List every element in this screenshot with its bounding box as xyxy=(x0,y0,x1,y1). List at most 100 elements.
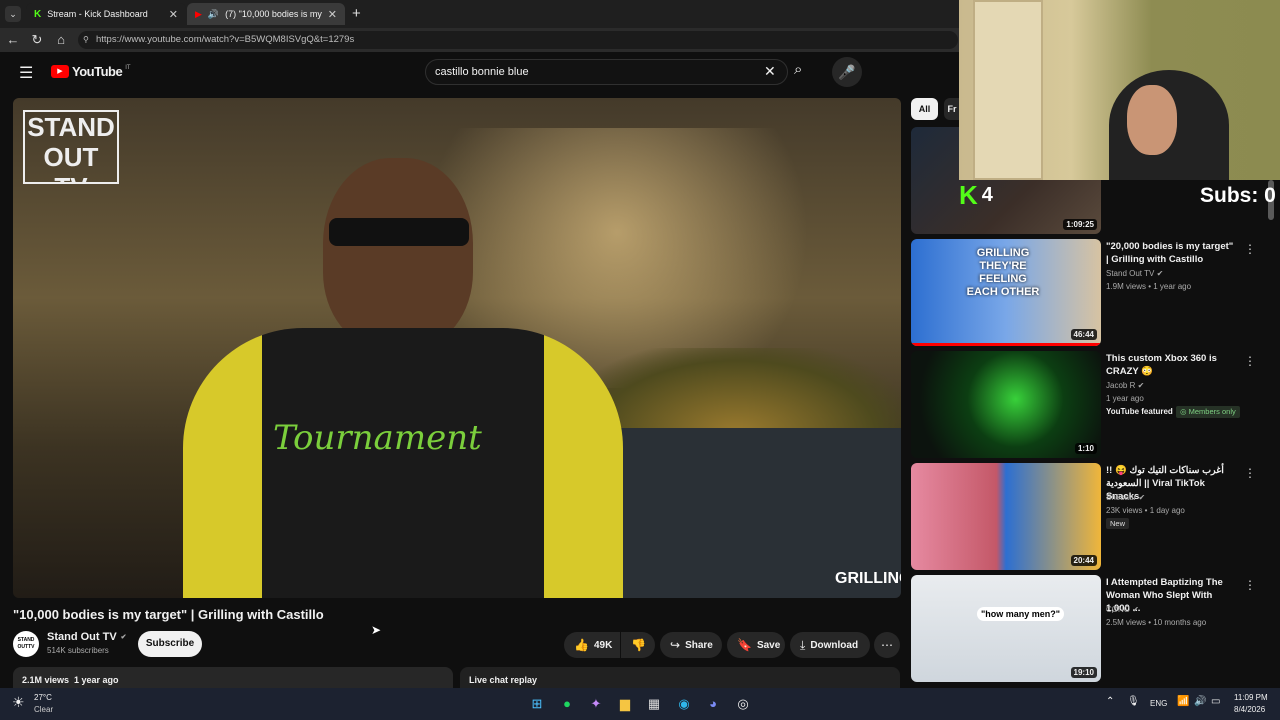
verified-icon: ✔ xyxy=(1132,605,1139,614)
system-tray-chevron-icon[interactable]: ⌃ xyxy=(1106,696,1114,707)
wifi-icon[interactable]: 📶 xyxy=(1177,696,1189,707)
channel-name-text: Stand Out TV xyxy=(47,631,117,643)
volume-icon[interactable]: 🔊 xyxy=(1194,696,1206,707)
members-only-badge: ◎ Members only xyxy=(1176,406,1240,418)
kick-viewer-counter: K 4 xyxy=(959,180,993,210)
chip-all[interactable]: All xyxy=(911,98,938,120)
clock-date[interactable]: 8/4/2026 xyxy=(1234,705,1265,714)
verified-icon: ✔ xyxy=(120,634,127,641)
close-icon[interactable]: ✕ xyxy=(169,8,178,21)
mouse-cursor: ➤ xyxy=(371,623,382,637)
tab-youtube[interactable]: ▶ 🔊 (7) "10,000 bodies is my targe ✕ xyxy=(187,3,345,25)
spotify-icon[interactable]: ● xyxy=(557,694,577,714)
tab-kick-dashboard[interactable]: K Stream - Kick Dashboard ✕ xyxy=(26,3,186,25)
url-field[interactable]: ⚲ https://www.youtube.com/watch?v=B5WQM8… xyxy=(78,31,958,49)
live-chat-replay-panel[interactable]: Live chat replay xyxy=(460,667,900,689)
microphone-icon[interactable]: 🎙 xyxy=(1127,696,1140,707)
battery-icon[interactable]: ▭ xyxy=(1211,696,1220,707)
voice-search-icon[interactable]: 🎤 xyxy=(832,57,862,87)
duration-badge: 46:44 xyxy=(1070,329,1097,340)
obs-icon[interactable]: ◎ xyxy=(733,694,753,714)
edge-icon[interactable]: ◉ xyxy=(674,694,694,714)
site-info-icon[interactable]: ⚲ xyxy=(83,31,89,49)
like-button[interactable]: 👍 49K xyxy=(564,632,620,658)
verified-icon: ✔ xyxy=(1137,381,1145,390)
share-label: Share xyxy=(685,639,713,651)
video-title[interactable]: "20,000 bodies is my target" | Grilling … xyxy=(1106,240,1238,266)
copilot-icon[interactable]: ✦ xyxy=(586,694,606,714)
home-icon[interactable]: ⌂ xyxy=(53,32,69,48)
jacket-logo: Tournament xyxy=(273,418,482,458)
duration-badge: 1:10 xyxy=(1074,443,1097,454)
close-icon[interactable]: ✕ xyxy=(328,8,337,21)
video-thumbnail[interactable]: 20:44 xyxy=(911,463,1101,570)
channel-name[interactable]: Stand Out TV ✔ xyxy=(47,631,127,643)
kick-icon: K xyxy=(959,180,978,210)
download-button[interactable]: ⤓ Download xyxy=(790,632,870,658)
kick-icon: K xyxy=(34,8,42,20)
discord-icon[interactable]: ◕ xyxy=(703,694,723,714)
subscriber-count: 514K subscribers xyxy=(47,646,109,655)
file-explorer-icon[interactable]: ▆ xyxy=(615,694,635,714)
video-thumbnail[interactable]: 1:10 xyxy=(911,351,1101,458)
grilling-watermark: GRILLING xyxy=(835,570,901,587)
video-title[interactable]: This custom Xbox 360 is CRAZY 😳 xyxy=(1106,352,1238,378)
weather-condition: Clear xyxy=(34,705,54,714)
more-icon[interactable]: ⋮ xyxy=(1244,354,1256,368)
channel-avatar[interactable]: STAND OUTTV xyxy=(13,631,39,657)
more-icon[interactable]: ⋮ xyxy=(1244,466,1256,480)
thumbnail-text: "how many men?" xyxy=(977,607,1065,621)
video-thumbnail[interactable]: "how many men?" 19:10 xyxy=(911,575,1101,682)
new-tab-button[interactable]: + xyxy=(352,5,361,22)
new-badge: New xyxy=(1106,518,1130,529)
views-and-age: 2.1M views 1 year ago xyxy=(22,675,119,685)
chip-from[interactable]: Fr xyxy=(944,98,960,120)
search-icon[interactable]: ⌕ xyxy=(794,61,802,78)
store-icon[interactable]: ▦ xyxy=(644,694,664,714)
speaker-icon[interactable]: 🔊 xyxy=(208,9,219,20)
thumbnail-progress xyxy=(911,343,1101,346)
more-icon[interactable]: ⋮ xyxy=(1244,578,1256,592)
channel-name[interactable]: Stand Out TV ✔ xyxy=(1106,267,1163,280)
weather-icon[interactable]: ☀ xyxy=(12,694,25,711)
channel-name[interactable]: Jacob R ✔ xyxy=(1106,379,1144,392)
windows-taskbar xyxy=(0,688,1280,720)
channel-name[interactable]: Sh5baar ✔ xyxy=(1106,491,1145,504)
save-button[interactable]: 🔖 Save xyxy=(727,632,785,658)
youtube-icon: ▶ xyxy=(195,8,202,19)
subscribe-button[interactable]: Subscribe xyxy=(138,631,202,657)
weather-temperature[interactable]: 27°C xyxy=(34,693,52,702)
back-icon[interactable]: ← xyxy=(5,32,21,48)
reload-icon[interactable]: ↻ xyxy=(29,32,45,48)
youtube-logo[interactable]: ▶ YouTube IT xyxy=(51,64,131,79)
video-thumbnail[interactable]: GRILLING THEY'RE FEELING EACH OTHER 46:4… xyxy=(911,239,1101,346)
share-button[interactable]: ↪ Share xyxy=(660,632,722,658)
tab-title: Stream - Kick Dashboard xyxy=(47,9,148,19)
search-input[interactable]: castillo bonnie blue xyxy=(425,59,788,85)
channel-name[interactable]: CONO ✔ xyxy=(1106,603,1139,616)
description-box[interactable]: 2.1M views 1 year ago xyxy=(13,667,453,689)
start-icon[interactable]: ⊞ xyxy=(527,694,547,714)
tab-list-button[interactable]: ⌄ xyxy=(5,6,21,22)
video-meta: 23K views • 1 day ago xyxy=(1106,506,1185,515)
clear-search-icon[interactable]: ✕ xyxy=(764,63,776,80)
channel-name-text: CONO xyxy=(1106,605,1130,614)
duration-badge: 19:10 xyxy=(1070,667,1097,678)
download-icon: ⤓ xyxy=(800,637,806,652)
duration-badge: 20:44 xyxy=(1070,555,1097,566)
sunglasses-shape xyxy=(329,218,469,246)
verified-icon: ✔ xyxy=(1156,269,1164,278)
more-actions-button[interactable]: ⋯ xyxy=(874,632,900,658)
dislike-button[interactable]: 👎 xyxy=(621,632,655,658)
video-meta: 1.9M views • 1 year ago xyxy=(1106,282,1192,291)
download-label: Download xyxy=(810,639,859,651)
video-player[interactable]: Tournament STAND OUT TV GRILLING xyxy=(13,98,901,598)
more-icon[interactable]: ⋮ xyxy=(1244,242,1256,256)
webcam-face xyxy=(1127,85,1177,155)
clock-time[interactable]: 11:09 PM xyxy=(1234,693,1268,702)
menu-icon[interactable]: ☰ xyxy=(19,63,33,83)
video-title: "10,000 bodies is my target" | Grilling … xyxy=(13,607,324,622)
stand-out-tv-watermark: STAND OUT TV xyxy=(23,110,119,184)
language-indicator[interactable]: ENG xyxy=(1150,699,1167,708)
person-head xyxy=(323,158,473,348)
